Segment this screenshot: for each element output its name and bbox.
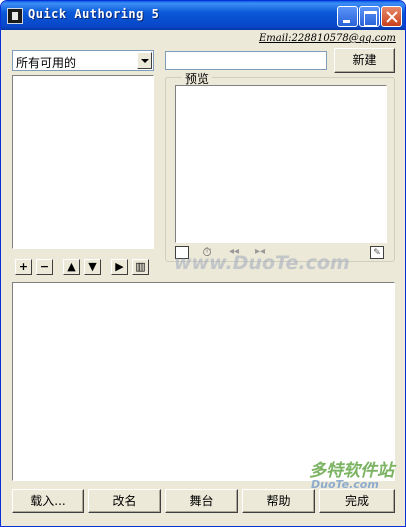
source-dropdown[interactable]: 所有可用的 bbox=[12, 50, 154, 71]
add-icon[interactable]: + bbox=[15, 259, 32, 275]
maximize-button[interactable] bbox=[359, 6, 380, 27]
main-window: Quick Authoring 5 Email:228810578@qq.com… bbox=[0, 0, 406, 527]
minimize-button[interactable] bbox=[337, 6, 358, 27]
edit-icon[interactable]: ✎ bbox=[370, 246, 384, 259]
move-down-icon[interactable]: ▼ bbox=[84, 259, 101, 275]
move-up-icon[interactable]: ▲ bbox=[63, 259, 80, 275]
title-bar[interactable]: Quick Authoring 5 bbox=[1, 1, 405, 30]
email-link[interactable]: Email:228810578@qq.com bbox=[259, 33, 396, 44]
preview-area bbox=[175, 85, 387, 243]
new-button[interactable]: 新建 bbox=[334, 48, 395, 73]
rename-button[interactable]: 改名 bbox=[88, 489, 161, 513]
help-button[interactable]: 帮助 bbox=[242, 489, 315, 513]
source-dropdown-value: 所有可用的 bbox=[16, 56, 77, 70]
load-button[interactable]: 载入... bbox=[12, 489, 84, 513]
content-area[interactable] bbox=[12, 282, 395, 481]
app-icon bbox=[7, 8, 23, 24]
remove-icon[interactable]: − bbox=[36, 259, 53, 275]
finish-button[interactable]: 完成 bbox=[319, 489, 395, 513]
chevron-down-icon[interactable] bbox=[137, 52, 152, 69]
item-list[interactable] bbox=[12, 75, 154, 249]
close-button[interactable] bbox=[381, 6, 402, 27]
name-input[interactable] bbox=[165, 51, 327, 70]
skip-icon[interactable]: ▶ bbox=[111, 259, 128, 275]
watermark-text: www.DuoTe.com bbox=[174, 252, 350, 274]
preview-group: 预览 ⏱ ◂◂ ▸◂ ✎ bbox=[165, 70, 395, 262]
stage-button[interactable]: 舞台 bbox=[165, 489, 238, 513]
trash-icon[interactable]: ▥ bbox=[132, 259, 149, 275]
window-title: Quick Authoring 5 bbox=[28, 7, 160, 21]
